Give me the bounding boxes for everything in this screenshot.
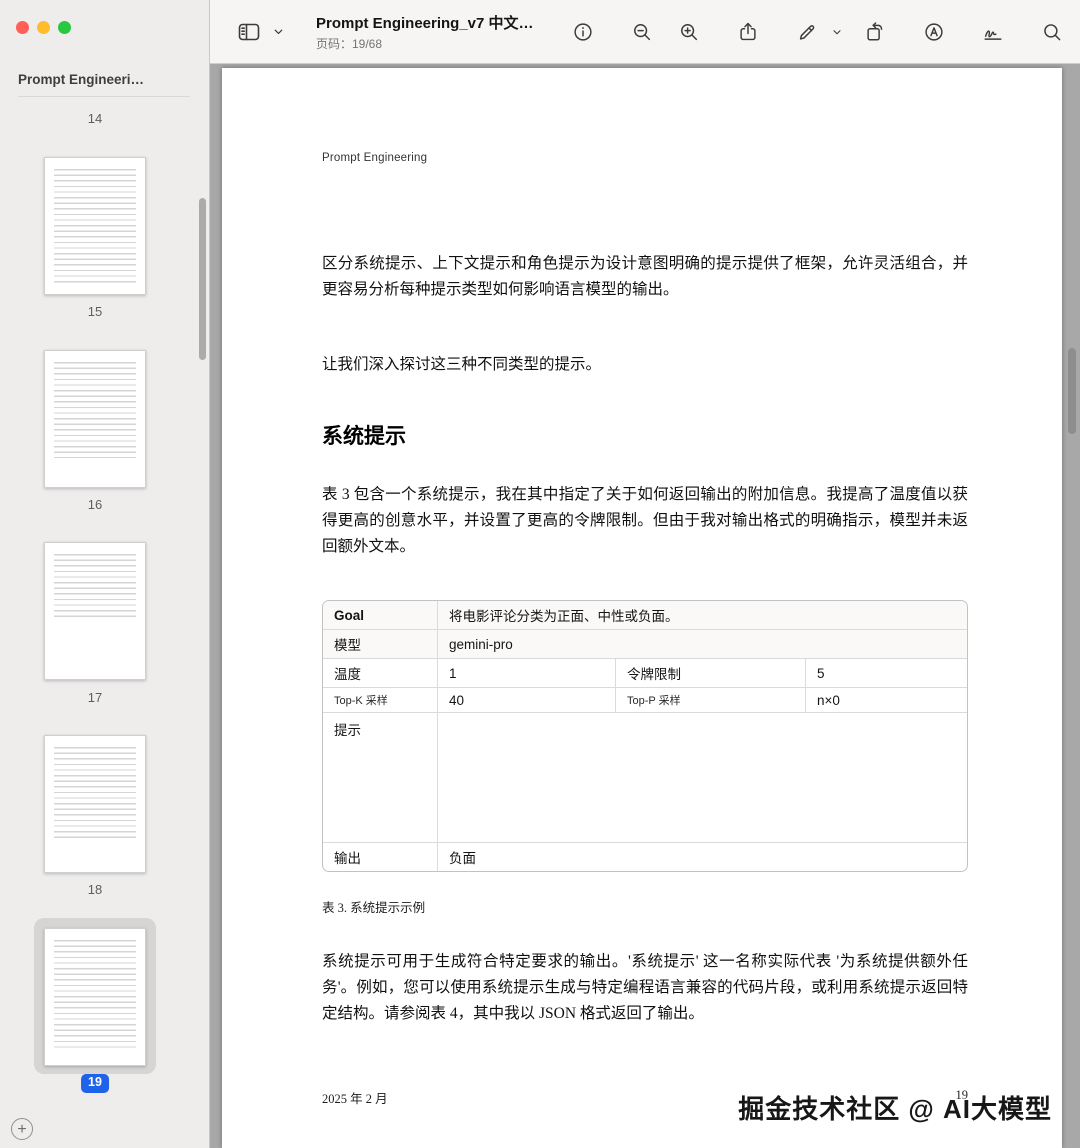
table-cell: 令牌限制 [615,658,806,688]
paragraph: 表 3 包含一个系统提示，我在其中指定了关于如何返回输出的附加信息。我提高了温度… [322,486,968,555]
system-prompt-table: Goal 将电影评论分类为正面、中性或负面。 模型 gemini-pro 温度 … [322,600,968,872]
chevron-down-icon [274,29,282,34]
table-cell: n×0 [804,687,967,713]
table-cell: 提示 [323,712,438,843]
thumbnail-preview-lines [54,554,136,620]
table-cell: 模型 [323,629,438,659]
markup-pen-button[interactable] [790,17,824,47]
table-cell: 1 [437,658,616,688]
document-title: Prompt Engineering_v7 中文… [316,14,534,32]
table-cell: 输出 [323,842,438,871]
thumbnail-preview-lines [54,940,136,1050]
preview-window: Prompt Engineeri… 14 15 16 17 18 19 + Pr… [0,0,1080,1148]
rotate-icon [867,21,883,41]
selected-page-badge: 19 [81,1074,109,1093]
page-thumbnail-19-selected[interactable] [44,928,146,1066]
annotate-button[interactable] [917,17,951,47]
thumbnail-label-15: 15 [87,304,103,319]
thumbnail-preview-lines [54,747,136,839]
zoom-out-button[interactable] [625,17,659,47]
table-cell: Top-P 采样 [615,687,806,713]
thumbnail-label-16: 16 [87,497,103,512]
search-icon [1044,23,1061,40]
document-scrollbar[interactable] [1068,348,1076,434]
thumbnail-label-17: 17 [87,690,103,705]
table-row-output: 输出 负面 [323,842,967,871]
minimize-window-button[interactable] [37,21,50,34]
table-cell [436,712,967,843]
toolbar: Prompt Engineering_v7 中文… 页码：19/68 [210,0,1080,64]
thumbnail-label-18: 18 [87,882,103,897]
watermark-text: 掘金技术社区 @ AI大模型 [738,1094,1052,1124]
table-cell: 5 [804,658,967,688]
page-thumbnail-18[interactable] [44,735,146,873]
thumbnail-label-14: 14 [87,111,103,126]
add-page-button[interactable]: + [11,1118,33,1140]
thumbnail-preview-lines [54,169,136,285]
sidebar-divider [18,96,190,97]
sidebar-options-chevron[interactable] [270,17,286,47]
table-cell: 负面 [436,842,967,871]
sidebar-panel-icon [238,23,260,40]
sidebar-toggle-button[interactable] [232,17,266,47]
zoom-in-button[interactable] [672,17,706,47]
paragraph: 区分系统提示、上下文提示和角色提示为设计意图明确的提示提供了框架，允许灵活组合，… [322,255,968,298]
thumbnail-sidebar: Prompt Engineeri… 14 15 16 17 18 19 + [0,0,210,1148]
close-window-button[interactable] [16,21,29,34]
table-row-sampling: Top-K 采样 40 Top-P 采样 n×0 [323,687,967,713]
footer-date: 2025 年 2 月 [322,1092,388,1106]
traffic-lights [16,21,71,34]
page-thumbnail-17[interactable] [44,542,146,680]
page-indicator: 页码：19/68 [316,36,383,51]
table-row-model: 模型 gemini-pro [323,629,967,659]
markup-options-chevron[interactable] [829,17,845,47]
page-thumbnail-15[interactable] [44,157,146,295]
section-heading-system-prompt: 系统提示 [322,425,406,448]
document-viewport: Prompt Engineering 区分系统提示、上下文提示和角色提示为设计意… [210,64,1080,1148]
signature-icon [984,29,1002,40]
sidebar-scrollbar[interactable] [199,198,206,360]
paragraph: 系统提示可用于生成符合特定要求的输出。'系统提示' 这一名称实际代表 '为系统提… [322,953,968,1022]
table-caption: 表 3. 系统提示示例 [322,901,426,915]
circle-a-icon [925,22,943,41]
zoom-out-icon [634,23,651,40]
signature-button[interactable] [976,17,1010,47]
info-icon [574,22,592,41]
toolbar-title-block: Prompt Engineering_v7 中文… 页码：19/68 [316,12,566,52]
running-header: Prompt Engineering [322,152,428,164]
pdf-page-19: Prompt Engineering 区分系统提示、上下文提示和角色提示为设计意… [222,68,1062,1148]
search-button[interactable] [1035,17,1069,47]
fullscreen-window-button[interactable] [58,21,71,34]
table-row-prompt: 提示 [323,712,967,843]
table-row-goal: Goal 将电影评论分类为正面、中性或负面。 [323,601,967,630]
chevron-down-icon [833,29,841,34]
table-row-temperature: 温度 1 令牌限制 5 [323,658,967,688]
sidebar-document-title: Prompt Engineeri… [18,72,145,87]
table-cell: Goal [323,601,438,630]
table-cell: Top-K 采样 [323,687,438,713]
table-cell: 将电影评论分类为正面、中性或负面。 [436,601,967,630]
thumbnail-preview-lines [54,362,136,458]
table-cell: gemini-pro [436,629,967,659]
share-icon [740,22,756,40]
paragraph: 让我们深入探讨这三种不同类型的提示。 [322,356,602,373]
share-button[interactable] [731,17,765,47]
table-cell: 40 [437,687,616,713]
markup-pen-icon [799,24,815,40]
info-button[interactable] [566,17,600,47]
rotate-button[interactable] [858,17,892,47]
table-cell: 温度 [323,658,438,688]
page-thumbnail-16[interactable] [44,350,146,488]
zoom-in-icon [681,23,698,40]
